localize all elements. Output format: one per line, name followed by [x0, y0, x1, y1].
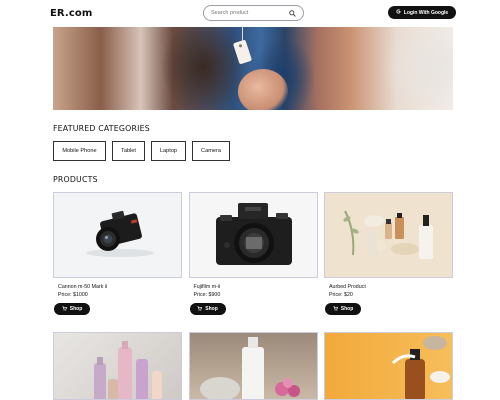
product-image-serum[interactable]: [324, 332, 453, 400]
product-grid: Cannon m-50 Mark ii Price: $1000 Shop Fu…: [53, 192, 453, 332]
price-tag-image: [232, 39, 253, 65]
product-image-spa[interactable]: [188, 332, 318, 400]
shop-button[interactable]: Shop: [325, 303, 361, 315]
product-price: Price: $20: [329, 292, 353, 298]
category-mobile-phone[interactable]: Mobile Phone: [53, 141, 106, 161]
featured-categories-title: FEATURED CATEGORIES: [53, 124, 150, 133]
shop-label: Shop: [205, 306, 218, 312]
product-card: Aurbed Product Price: $20 Shop: [324, 192, 453, 332]
product-image-camera-black[interactable]: [53, 192, 182, 278]
shop-button[interactable]: Shop: [54, 303, 90, 315]
search-input[interactable]: [211, 10, 281, 16]
product-price: Price: $900: [193, 292, 221, 298]
product-image-camera-fujifilm[interactable]: [188, 192, 318, 278]
category-laptop[interactable]: Laptop: [151, 141, 186, 161]
product-card: Fujifilm m-ii Price: $900 Shop: [188, 192, 318, 332]
product-name[interactable]: Aurbed Product: [324, 284, 453, 290]
product-name[interactable]: Fujifilm m-ii: [189, 284, 318, 290]
cart-icon: [197, 305, 203, 313]
login-google-button[interactable]: Login With Google: [388, 6, 456, 19]
cart-icon: [62, 305, 67, 313]
cart-icon: [333, 305, 338, 313]
category-camera[interactable]: Camera: [192, 141, 230, 161]
products-title: PRODUCTS: [53, 175, 98, 184]
login-label: Login With Google: [403, 9, 449, 16]
site-logo[interactable]: ER.com: [50, 8, 92, 19]
search-bar[interactable]: [203, 5, 304, 21]
search-icon[interactable]: [289, 9, 296, 17]
product-image-skincare[interactable]: [324, 192, 453, 278]
product-name[interactable]: Cannon m-50 Mark ii: [53, 284, 182, 290]
category-tablet[interactable]: Tablet: [112, 141, 145, 161]
product-price: Price: $1000: [58, 292, 88, 298]
category-list: Mobile Phone Tablet Laptop Camera: [53, 141, 230, 161]
hand-image: [238, 69, 288, 110]
shop-button[interactable]: Shop: [189, 303, 226, 315]
hero-banner: [53, 27, 453, 110]
shop-label: Shop: [69, 306, 83, 312]
product-grid-row-2: [53, 332, 453, 400]
product-card: Cannon m-50 Mark ii Price: $1000 Shop: [53, 192, 182, 332]
product-image-cosmetics[interactable]: [53, 332, 182, 400]
google-icon: [396, 9, 401, 16]
shop-label: Shop: [340, 306, 354, 312]
page: ER.com Login With Google FEATURED CATEGO…: [0, 0, 500, 400]
